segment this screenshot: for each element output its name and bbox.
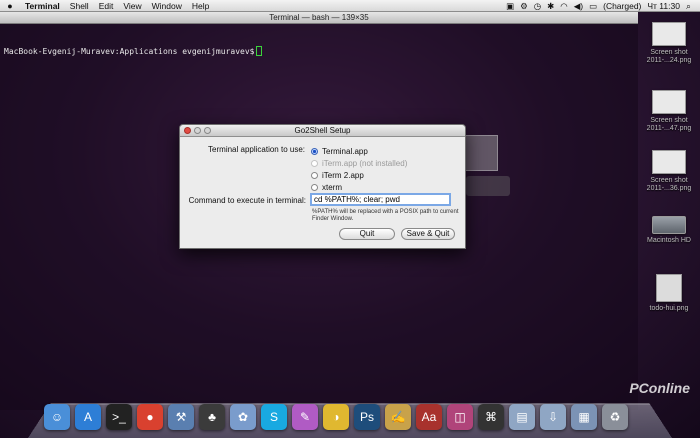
radio-selected-icon[interactable] [311, 147, 318, 155]
desktop-icon-label: Macintosh HD [647, 237, 691, 244]
option-label: Terminal.app [322, 146, 368, 156]
image-file-icon [652, 150, 686, 174]
radio-disabled-icon [311, 159, 318, 167]
command-input[interactable] [310, 193, 451, 206]
watermark-logo: PConline [629, 380, 690, 396]
desktop-icon-screenshot-2[interactable]: Screen shot 2011-...47.png [640, 90, 698, 133]
cursor-icon [256, 46, 263, 56]
menu-edit[interactable]: Edit [94, 0, 119, 12]
option-iterm2-app[interactable]: iTerm 2.app [311, 169, 407, 181]
downloads-stack-icon[interactable]: ⇩ [540, 404, 566, 430]
zoom-icon[interactable] [204, 127, 211, 134]
menu-help[interactable]: Help [187, 0, 214, 12]
option-xterm[interactable]: xterm [311, 181, 407, 193]
option-label: iTerm.app (not installed) [322, 158, 408, 168]
option-terminal-app[interactable]: Terminal.app [311, 145, 407, 157]
xcode-icon[interactable]: ⚒ [168, 404, 194, 430]
terminal-title: Terminal — bash — 139×35 [0, 12, 638, 24]
background-window-thumb [462, 135, 498, 171]
desktop-icon-label: Screen shot 2011-...24.png [646, 49, 692, 64]
chrome-icon[interactable]: ● [137, 404, 163, 430]
desktop-icon-screenshot-3[interactable]: Screen shot 2011-...36.png [640, 150, 698, 193]
dialog-title: Go2Shell Setup [294, 126, 351, 135]
adium-icon[interactable]: ♣ [199, 404, 225, 430]
wifi-icon[interactable]: ◠ [557, 0, 570, 12]
go2shell-icon[interactable]: ⌘ [478, 404, 504, 430]
search-icon[interactable]: ⌕ [683, 0, 694, 12]
dialog-titlebar: Go2Shell Setup [180, 125, 465, 137]
image-file-icon [652, 22, 686, 46]
shell-prompt: MacBook-Evgenij-Muravev:Applications evg… [4, 47, 255, 56]
radio-icon[interactable] [311, 171, 318, 179]
trash-icon[interactable]: ♻ [602, 404, 628, 430]
applications-stack-icon[interactable]: ▦ [571, 404, 597, 430]
app-store-icon[interactable]: A [75, 404, 101, 430]
desktop-icon-screenshot-1[interactable]: Screen shot 2011-...24.png [640, 22, 698, 65]
image-file-icon [652, 90, 686, 114]
command-hint: %PATH% will be replaced with a POSIX pat… [312, 209, 459, 222]
dock: ☺ A >_ ● ⚒ ♣ ✿ S ✎ ◑ Ps ✍ Aa ◫ ⌘ ▤ ⇩ ▦ ♻ [44, 398, 674, 430]
apple-menu-icon[interactable]: ● [0, 1, 20, 11]
extra-status-icon[interactable]: ▣ [503, 0, 517, 12]
battery-status[interactable]: (Charged) [600, 0, 644, 12]
image-file-icon [656, 274, 682, 302]
menu-view[interactable]: View [118, 0, 146, 12]
sketch-icon[interactable]: ✎ [292, 404, 318, 430]
finder-icon[interactable]: ☺ [44, 404, 70, 430]
colorsync-icon[interactable]: ◑ [323, 404, 349, 430]
desktop-icon-todo[interactable]: todo-hui.png [640, 274, 698, 313]
go2shell-setup-dialog: Go2Shell Setup Terminal application to u… [179, 124, 466, 249]
skype-icon[interactable]: S [261, 404, 287, 430]
textedit-icon[interactable]: ✍ [385, 404, 411, 430]
terminal-icon[interactable]: >_ [106, 404, 132, 430]
volume-icon[interactable]: ◀) [571, 0, 586, 12]
minimize-icon[interactable] [194, 127, 201, 134]
photoshop-icon[interactable]: Ps [354, 404, 380, 430]
bluetooth-icon[interactable]: ✱ [544, 0, 557, 12]
time-machine-icon[interactable]: ◷ [531, 0, 544, 12]
window-controls [184, 127, 211, 134]
terminal-content[interactable]: MacBook-Evgenij-Muravev:Applications evg… [0, 24, 638, 56]
photo-booth-icon[interactable]: ◫ [447, 404, 473, 430]
desktop-icon-label: Screen shot 2011-...36.png [646, 177, 692, 192]
hard-disk-icon [652, 216, 686, 234]
skype-status-icon[interactable]: ⚙ [517, 0, 531, 12]
radio-icon[interactable] [311, 183, 318, 191]
menu-shell[interactable]: Shell [65, 0, 94, 12]
save-quit-button[interactable]: Save & Quit [401, 228, 455, 240]
menu-window[interactable]: Window [147, 0, 187, 12]
background-window-label [466, 176, 510, 196]
terminal-app-label: Terminal application to use: [208, 145, 305, 154]
terminal-app-options: Terminal.app iTerm.app (not installed) i… [311, 145, 407, 193]
battery-icon[interactable]: ▭ [586, 0, 600, 12]
clock[interactable]: Чт 11:30 [644, 0, 683, 12]
dictionary-icon[interactable]: Aa [416, 404, 442, 430]
iphoto-icon[interactable]: ✿ [230, 404, 256, 430]
command-label: Command to execute in terminal: [188, 196, 306, 205]
menu-bar: ● Terminal Shell Edit View Window Help ▣… [0, 0, 700, 12]
desktop-icon-macintosh-hd[interactable]: Macintosh HD [640, 212, 698, 245]
desktop-icon-label: Screen shot 2011-...47.png [646, 117, 692, 132]
option-label: iTerm 2.app [322, 170, 364, 180]
menu-terminal[interactable]: Terminal [20, 0, 65, 12]
option-iterm-app: iTerm.app (not installed) [311, 157, 407, 169]
desktop-icon-label: todo-hui.png [649, 305, 689, 312]
status-area: ▣ ⚙ ◷ ✱ ◠ ◀) ▭ (Charged) Чт 11:30 ⌕ [503, 0, 700, 12]
quit-button[interactable]: Quit [339, 228, 395, 240]
close-icon[interactable] [184, 127, 191, 134]
option-label: xterm [322, 182, 342, 192]
documents-stack-icon[interactable]: ▤ [509, 404, 535, 430]
